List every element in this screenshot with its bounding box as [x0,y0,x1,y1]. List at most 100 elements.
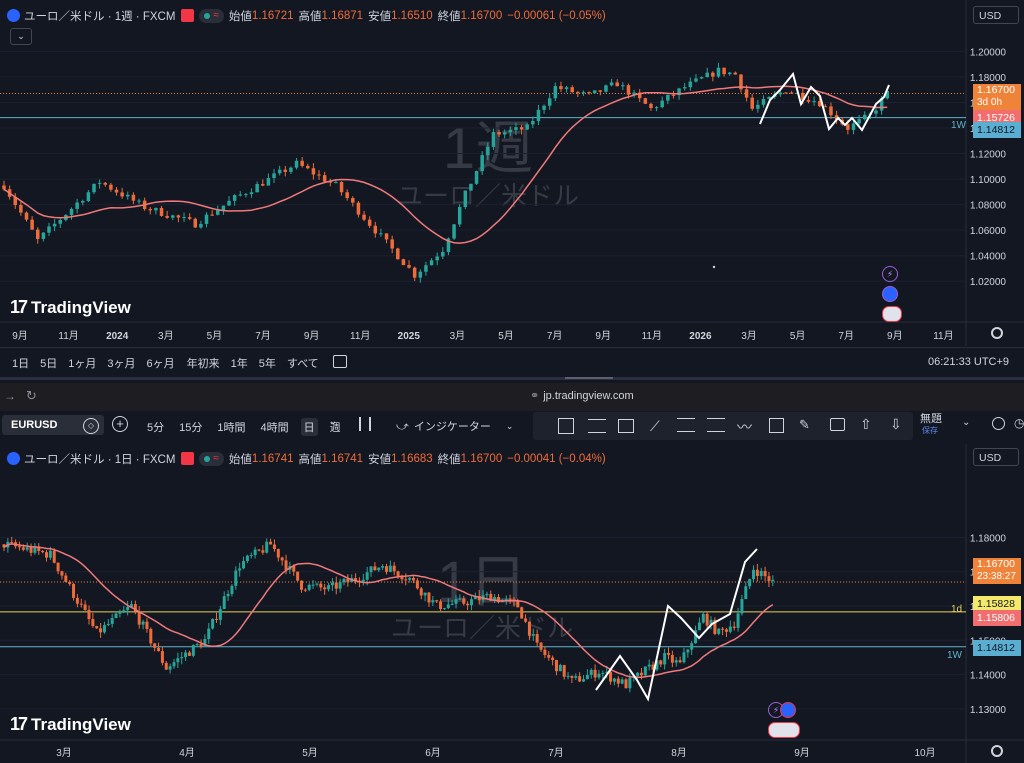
interval-buttons: 5分 15分 1時間 4時間日週 [144,418,353,436]
fib-tool-icon[interactable] [707,418,725,432]
date-range-icon[interactable] [333,355,347,368]
arrow-up-tool-icon[interactable]: ⇧ [860,416,872,433]
candle-body [458,598,462,600]
price-tick: 1.04000 [970,252,1007,263]
candle-body [381,566,385,568]
candle-body [72,583,76,598]
weekly-settings-icon[interactable] [991,327,1003,339]
globe-icon [7,452,20,465]
range-button[interactable]: すべて [287,355,319,371]
daily-symbol-title[interactable]: ユーロ／米ドル · 1日 · FXCM [24,451,175,467]
candle-body [647,664,651,667]
brush-tool-icon[interactable]: ✎ [799,417,810,433]
candle-body [519,127,524,130]
alert-search-icon[interactable] [992,417,1005,430]
price-range-tool-icon[interactable] [618,419,634,433]
weekly-currency-button[interactable]: USD [973,6,1019,24]
time-tick: 2024 [106,331,129,342]
candle-body [369,566,373,573]
candle-body [862,114,867,120]
interval-button[interactable]: 15分 [176,418,205,436]
delayed-badge-icon[interactable] [181,9,195,22]
candle-body [686,649,690,653]
candle-body [649,103,653,108]
weekly-symbol-title[interactable]: ユーロ／米ドル · 1週 · FXCM [24,8,175,24]
daily-chart[interactable]: 1日 ユーロ／米ドル 1.180001.170001.160001.150001… [0,444,1024,763]
reload-icon[interactable]: ↻ [26,388,37,404]
range-button[interactable]: 3ヶ月 [107,355,135,371]
dividend-icon[interactable] [780,702,796,718]
candle-body [214,618,218,620]
range-button[interactable]: 1年 [231,355,248,371]
drag-handle-icon[interactable] [558,418,574,434]
horizontal-line-tool-icon[interactable] [588,419,606,433]
weekly-level-tag: 1W [951,120,966,131]
indicators-button[interactable]: ⤻ インジケーター ⌄ [396,418,513,434]
interval-button[interactable]: 1時間 [214,418,248,436]
dividend-icon[interactable] [882,286,898,302]
weekly-chart[interactable]: 1週 ユーロ／米ドル 1.200001.180001.160001.140001… [0,0,1024,346]
low-value: 1.16683 [391,452,433,465]
interval-dropdown-icon[interactable]: ⌄ [329,416,337,427]
range-button[interactable]: 5年 [259,355,276,371]
collapse-legend-button[interactable]: ⌄ [10,28,32,45]
economic-event-icon[interactable] [768,722,800,738]
candle-body [441,251,445,257]
daily-settings-icon[interactable] [991,745,1003,757]
candle-body [126,194,130,197]
lightning-icon[interactable]: ⚡ [882,266,898,282]
layout-chevron-icon[interactable]: ⌄ [962,417,970,428]
candle-body [727,72,732,75]
candle-body [249,555,253,557]
clock-text[interactable]: 06:21:33 UTC+9 [928,356,1009,368]
daily-currency-button[interactable]: USD [973,448,1019,466]
trend-line-tool-icon[interactable]: ⟋ [650,418,660,435]
economic-event-icon[interactable] [882,306,902,322]
rectangle-tool-icon[interactable] [769,418,784,433]
delayed-badge-icon[interactable] [181,452,195,465]
candle-body [99,628,103,633]
candle-body [269,541,273,545]
candle-body [311,584,315,586]
range-button[interactable]: 1日 [12,355,29,371]
interval-button[interactable]: 4時間 [258,418,292,436]
candle-body [553,86,558,99]
chevron-down-icon: ⌄ [505,420,514,431]
candle-body [289,167,293,172]
weekly-tv-logo[interactable]: 17 TradingView [10,297,131,318]
add-symbol-icon[interactable]: + [112,416,128,432]
time-tick: 7月 [255,330,271,342]
close-value: 1.16700 [460,452,503,465]
browser-back-icon[interactable]: → [4,389,16,403]
interval-button[interactable]: 5分 [144,418,167,436]
parallel-channel-tool-icon[interactable] [677,418,695,432]
candle-body [508,598,512,600]
candle-body [145,621,149,629]
range-button[interactable]: 5日 [40,355,57,371]
candle-body [643,666,647,676]
candle-body [452,224,456,239]
candle-body [19,205,23,213]
path-tool-icon[interactable]: 〰 [737,416,752,437]
candle-body [732,626,736,628]
daily-tv-logo[interactable]: 17 TradingView [10,714,131,735]
arrow-down-tool-icon[interactable]: ⇩ [890,416,902,433]
candle-body [469,599,473,606]
note-tool-icon[interactable] [830,418,845,431]
candle-body [10,541,14,543]
candle-body [168,666,172,670]
candle-body [678,660,682,663]
symbol-search[interactable]: EURUSD ◇ [2,415,104,435]
interval-button[interactable]: 日 [300,418,318,436]
range-button[interactable]: 年初来 [187,355,220,371]
market-status-icon[interactable]: ≈ [199,451,224,466]
candle-body [701,613,705,623]
market-status-icon[interactable]: ≈ [199,8,224,23]
candle-type-icon[interactable] [359,417,371,431]
panel-divider[interactable] [0,377,1024,380]
address-bar[interactable]: ⚭ jp.tradingview.com [530,389,634,403]
range-button[interactable]: 1ヶ月 [68,355,96,371]
candle-body [266,177,271,186]
range-button[interactable]: 6ヶ月 [147,355,175,371]
replay-icon[interactable]: ◷ [1014,416,1024,430]
